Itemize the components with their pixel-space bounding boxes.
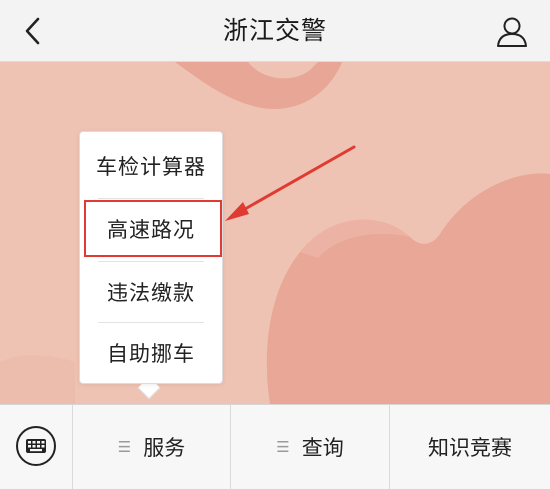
keyboard-toggle-button[interactable]: [14, 424, 58, 468]
menu-lines-icon: ☰: [117, 438, 132, 456]
tab-service-label: 服务: [143, 436, 186, 460]
page-title: 浙江交警: [222, 16, 327, 45]
tab-knowledge-quiz[interactable]: 知识竞赛: [390, 405, 550, 489]
menu-item-self-service-move-car[interactable]: 自助挪车: [80, 323, 222, 385]
menu-item-vehicle-inspection-calculator[interactable]: 车检计算器: [80, 136, 222, 198]
service-popup-menu: 车检计算器 高速路况 违法缴款 自助挪车: [79, 131, 223, 384]
wechat-official-account-screen: 浙江交警 车检计算器 高速路况 违法缴款 自助挪车 ☰ 服务 ☰ 查询 知识竞赛: [0, 0, 550, 489]
user-icon: [497, 17, 527, 47]
menu-lines-icon: ☰: [276, 438, 290, 456]
bottom-menu-bar: ☰ 服务 ☰ 查询 知识竞赛: [0, 404, 550, 489]
highlight-annotation-box: [84, 200, 222, 257]
tab-service[interactable]: ☰ 服务: [73, 405, 230, 489]
profile-button[interactable]: [492, 12, 532, 52]
menu-item-violation-payment[interactable]: 违法缴款: [80, 262, 222, 324]
tab-knowledge-quiz-label: 知识竞赛: [428, 436, 512, 460]
tab-query-label: 查询: [301, 436, 344, 460]
header-bar: 浙江交警: [0, 0, 550, 62]
tab-query[interactable]: ☰ 查询: [231, 405, 389, 489]
keyboard-icon: [16, 426, 56, 466]
